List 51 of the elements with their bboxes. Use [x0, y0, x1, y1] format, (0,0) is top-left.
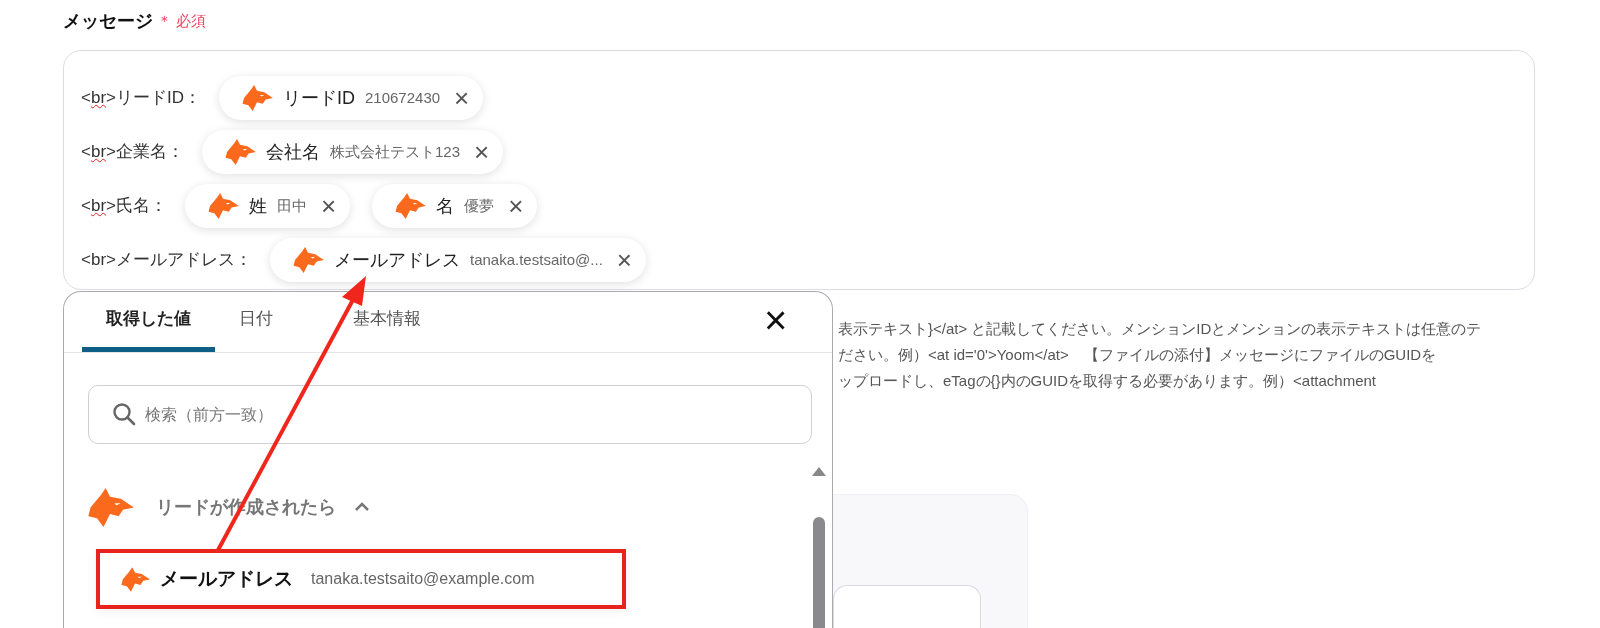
- help-text: ップロードし、eTagの{}内のGUIDを取得する必要があります。例）<attachment: [838, 371, 1377, 391]
- required-label: 必須: [176, 11, 206, 32]
- input-field[interactable]: [833, 585, 981, 628]
- scroll-up-icon[interactable]: [812, 467, 826, 476]
- close-icon[interactable]: ×: [321, 193, 337, 219]
- item-value: tanaka.testsaito@example.com: [311, 569, 535, 589]
- chip-value: 田中: [277, 195, 307, 216]
- fox-icon: [394, 193, 427, 219]
- field-label: メッセージ: [63, 10, 153, 33]
- line-label: <br>メールアドレス：: [81, 249, 252, 272]
- variable-chip[interactable]: メールアドレス tanaka.testsaito@... ×: [270, 238, 646, 282]
- close-icon[interactable]: ×: [474, 139, 490, 165]
- variable-chip[interactable]: 名 優夢 ×: [372, 184, 538, 228]
- close-icon[interactable]: ×: [764, 300, 788, 340]
- chip-value: tanaka.testsaito@...: [470, 249, 603, 270]
- chip-value: 優夢: [464, 195, 495, 216]
- variable-chip[interactable]: リードID 210672430 ×: [219, 76, 484, 120]
- help-text: 表示テキスト}</at> と記載してください。メンションIDとメンションの表示テキストは任意のテ: [838, 319, 1483, 339]
- fox-icon: [120, 566, 150, 592]
- variable-item[interactable]: メールアドレス tanaka.testsaito@example.com: [96, 549, 626, 609]
- tab[interactable]: 日付: [215, 292, 297, 352]
- close-icon[interactable]: ×: [454, 85, 470, 111]
- search-field[interactable]: 検索（前方一致）: [88, 385, 812, 444]
- close-icon[interactable]: ×: [508, 193, 524, 219]
- chevron-up-icon[interactable]: [354, 502, 370, 512]
- required-asterisk: ＊: [157, 11, 172, 32]
- help-text: ださい。例）<at id='0'>Yoom</at> 【ファイルの添付】メッセージにファイルのGUIDを: [838, 345, 1438, 365]
- tab[interactable]: 取得した値: [82, 292, 215, 352]
- line-label: <br>企業名：: [81, 141, 184, 164]
- fox-icon: [292, 247, 324, 273]
- fox-icon: [86, 487, 134, 527]
- item-label: メールアドレス: [160, 566, 293, 591]
- chip-label: 姓: [249, 194, 267, 218]
- chip-value: 210672430: [365, 87, 441, 108]
- close-icon[interactable]: ×: [616, 247, 632, 273]
- message-field[interactable]: <br>リードID： リードID 210672430 × <br>企業名： 会社名 株式会社テスト123 × <br>氏名： 姓 田中 × 名 優夢 × <br>メールアドレス： メールアドレス tanaka.testsaito@... ×: [63, 50, 1535, 290]
- chip-label: メールアドレス: [334, 248, 460, 272]
- tab[interactable]: 基本情報: [329, 292, 445, 352]
- search-icon: [112, 402, 136, 426]
- line-label: <br>リードID：: [81, 87, 201, 110]
- scrollbar-thumb[interactable]: [813, 517, 825, 628]
- variable-chip[interactable]: 会社名 株式会社テスト123 ×: [202, 130, 504, 174]
- fox-icon: [241, 85, 273, 111]
- chip-label: 会社名: [266, 140, 320, 164]
- variable-chip[interactable]: 姓 田中 ×: [185, 184, 351, 228]
- fox-icon: [207, 193, 239, 219]
- fox-icon: [224, 139, 256, 165]
- chip-value: 株式会社テスト123: [330, 141, 461, 162]
- chip-label: 名: [436, 194, 455, 218]
- chip-label: リードID: [283, 86, 355, 110]
- line-label: <br>氏名：: [81, 195, 167, 218]
